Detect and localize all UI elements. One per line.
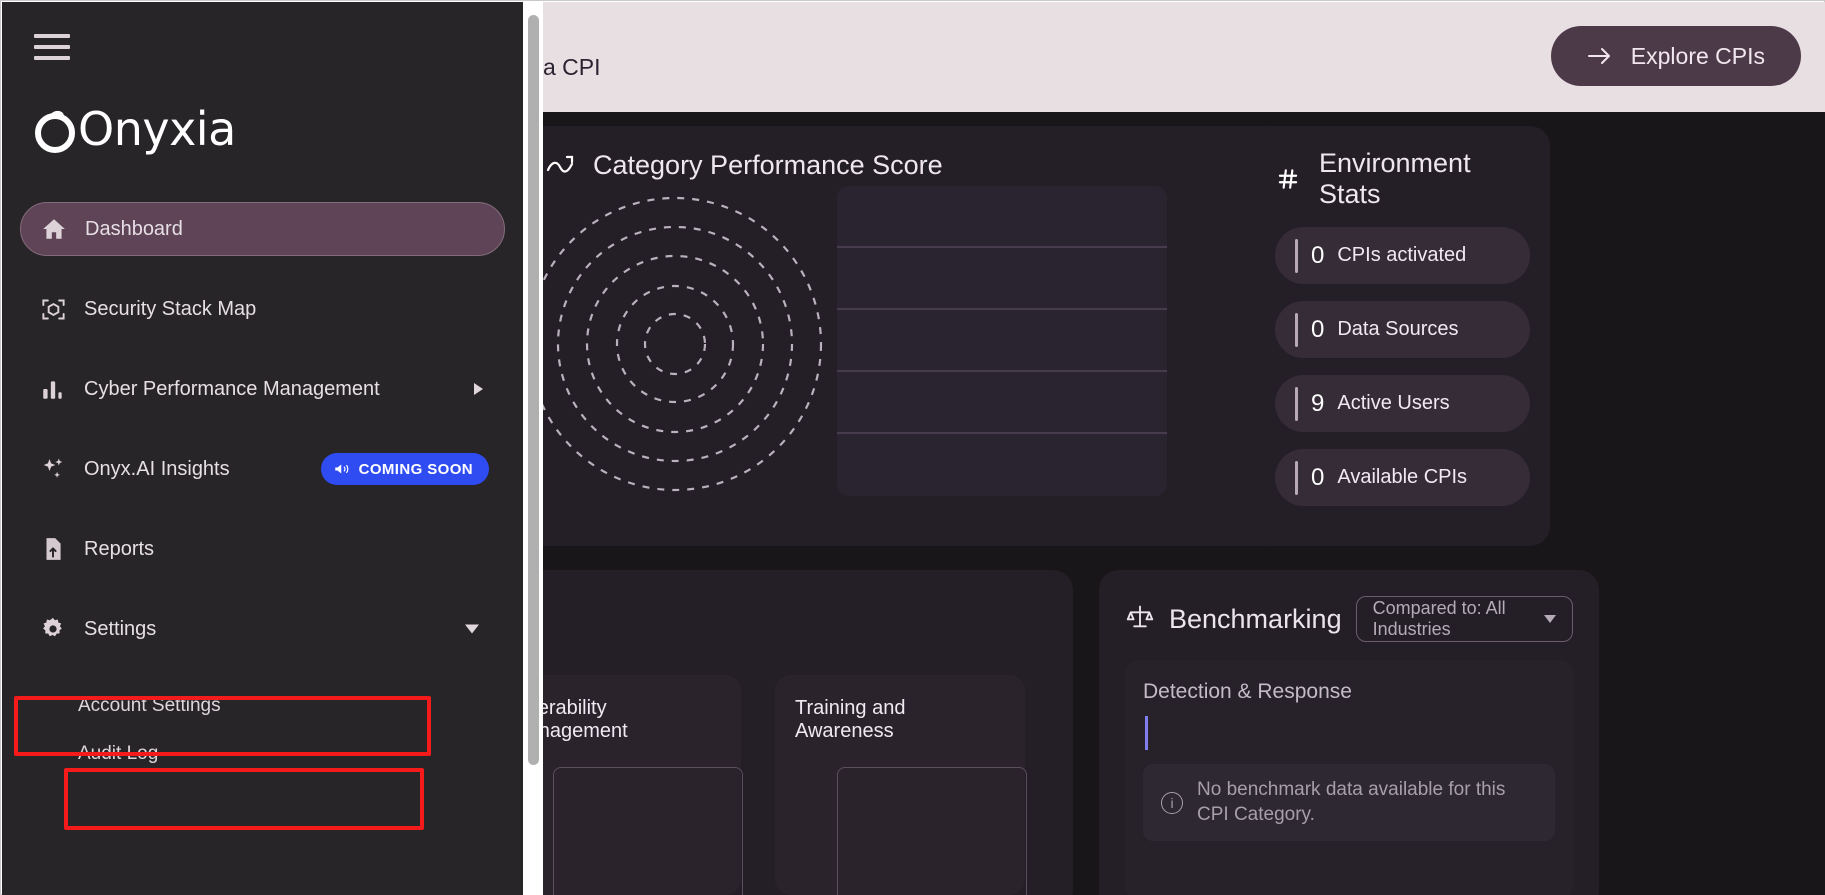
stat-label: Available CPIs bbox=[1337, 466, 1468, 488]
sidebar-item-dashboard[interactable]: Dashboard bbox=[20, 202, 505, 256]
hamburger-bar bbox=[34, 34, 70, 38]
onyxia-mark-icon bbox=[35, 110, 75, 153]
sidebar: Onyxia Dashboard Security Stack Map Cybe… bbox=[2, 2, 523, 895]
explore-cpis-label: Explore CPIs bbox=[1630, 42, 1765, 69]
skeleton-row bbox=[837, 310, 1167, 372]
stat-accent-bar bbox=[1295, 238, 1298, 273]
sidebar-item-label: Reports bbox=[84, 538, 155, 560]
benchmark-category-label: Detection & Response bbox=[1143, 680, 1352, 703]
vertical-scrollbar[interactable] bbox=[528, 15, 539, 765]
trend-card-title: ulnerability Management bbox=[543, 697, 628, 742]
skeleton-row bbox=[837, 372, 1167, 434]
sidebar-item-label: Settings bbox=[84, 618, 157, 640]
arrow-right-icon bbox=[1587, 48, 1610, 64]
trend-plot-area bbox=[553, 767, 743, 895]
home-icon bbox=[39, 214, 69, 244]
stat-value: 0 bbox=[1311, 315, 1325, 343]
sidebar-item-label: Onyx.AI Insights bbox=[84, 458, 230, 480]
scales-icon bbox=[1125, 603, 1155, 636]
stat-value: 0 bbox=[1311, 463, 1325, 491]
explore-cpis-button[interactable]: Explore CPIs bbox=[1550, 26, 1801, 86]
stat-value: 0 bbox=[1311, 241, 1325, 269]
trends-panel: nds ulnerability Management 0% Training … bbox=[543, 570, 1073, 895]
status-badge-coming-soon: COMING SOON bbox=[320, 453, 489, 485]
radar-rings bbox=[543, 196, 823, 492]
top-bar: a CPI Explore CPIs bbox=[543, 2, 1825, 112]
sidebar-item-onyx-ai-insights[interactable]: Onyx.AI Insights COMING SOON bbox=[20, 442, 505, 496]
trends-title: nds bbox=[543, 596, 1045, 627]
hamburger-menu-icon[interactable] bbox=[34, 34, 70, 60]
stat-accent-bar bbox=[1295, 460, 1298, 495]
category-performance-panel: Category Performance Score bbox=[543, 126, 1370, 546]
industry-compare-select[interactable]: Compared to: All Industries bbox=[1355, 596, 1573, 642]
industry-compare-value: Compared to: All Industries bbox=[1372, 598, 1506, 639]
stat-data-sources[interactable]: 0 Data Sources bbox=[1275, 301, 1530, 358]
benchmarking-body: Detection & Response i No benchmark data… bbox=[1125, 660, 1573, 895]
screen-root: Onyxia Dashboard Security Stack Map Cybe… bbox=[0, 0, 1825, 895]
main-app: a CPI Explore CPIs Category Performance … bbox=[543, 2, 1825, 895]
skeleton-table bbox=[837, 186, 1167, 496]
environment-stats-panel: Environment Stats 0 CPIs activated 0 Dat… bbox=[1255, 126, 1550, 546]
stat-available-cpis[interactable]: 0 Available CPIs bbox=[1275, 449, 1530, 506]
megaphone-icon bbox=[334, 464, 348, 474]
trend-plot-area bbox=[837, 767, 1027, 895]
trend-wave-icon bbox=[545, 155, 575, 177]
sidebar-subitem-audit-log[interactable]: Audit Log bbox=[64, 730, 523, 778]
badge-label: COMING SOON bbox=[358, 460, 473, 478]
chevron-down-icon[interactable] bbox=[465, 624, 479, 634]
dashboard-content: Category Performance Score Environment S… bbox=[543, 112, 1825, 895]
chevron-right-icon[interactable] bbox=[474, 383, 483, 395]
sidebar-subitem-label: Account Settings bbox=[78, 695, 221, 716]
skeleton-row bbox=[837, 434, 1167, 496]
gear-icon bbox=[38, 614, 68, 644]
chevron-down-icon bbox=[1544, 615, 1556, 623]
benchmark-accent-bar bbox=[1145, 716, 1148, 750]
benchmark-empty-note-text: No benchmark data available for this CPI… bbox=[1197, 779, 1506, 825]
category-performance-header: Category Performance Score bbox=[545, 150, 1340, 181]
sparkles-icon bbox=[38, 454, 68, 484]
environment-stats-header: Environment Stats bbox=[1275, 148, 1530, 210]
radar-chart bbox=[543, 184, 825, 499]
sidebar-item-cyber-performance-management[interactable]: Cyber Performance Management bbox=[20, 362, 505, 416]
trend-card-title: Training and Awareness bbox=[795, 697, 906, 742]
panel-title-text: Environment Stats bbox=[1319, 148, 1471, 209]
stat-value: 9 bbox=[1311, 389, 1325, 417]
info-icon: i bbox=[1161, 791, 1183, 814]
brand-logo[interactable]: Onyxia bbox=[28, 97, 236, 161]
sidebar-item-reports[interactable]: Reports bbox=[20, 522, 505, 576]
sidebar-item-label: Cyber Performance Management bbox=[84, 378, 380, 400]
skeleton-row bbox=[837, 248, 1167, 310]
hamburger-bar bbox=[34, 45, 70, 49]
skeleton-row bbox=[837, 186, 1167, 248]
cube-scan-icon bbox=[38, 294, 68, 324]
sidebar-nav: Dashboard Security Stack Map Cyber Perfo… bbox=[2, 202, 523, 778]
sidebar-subitem-label: Audit Log bbox=[78, 743, 159, 764]
bar-chart-icon bbox=[38, 374, 68, 404]
benchmarking-panel: Benchmarking Compared to: All Industries… bbox=[1099, 570, 1599, 895]
sidebar-item-settings[interactable]: Settings bbox=[20, 602, 505, 656]
sidebar-item-label: Security Stack Map bbox=[84, 298, 257, 320]
stat-label: CPIs activated bbox=[1337, 244, 1467, 266]
sidebar-item-label: Dashboard bbox=[85, 218, 183, 240]
benchmark-empty-note: i No benchmark data available for this C… bbox=[1143, 764, 1555, 842]
sidebar-subitem-account-settings[interactable]: Account Settings bbox=[64, 682, 523, 730]
panel-title-text: Benchmarking bbox=[1169, 603, 1342, 634]
report-file-icon bbox=[38, 534, 68, 564]
trend-card-training-and-awareness[interactable]: Training and Awareness 100% bbox=[775, 675, 1027, 895]
trends-card-list: ulnerability Management 0% Training and … bbox=[543, 675, 1045, 895]
benchmarking-header: Benchmarking Compared to: All Industries bbox=[1125, 596, 1573, 642]
page-title-partial: a CPI bbox=[543, 54, 601, 80]
brand-name: Onyxia bbox=[78, 102, 236, 156]
stat-cpis-activated[interactable]: 0 CPIs activated bbox=[1275, 227, 1530, 284]
stat-accent-bar bbox=[1295, 312, 1298, 347]
hash-icon bbox=[1275, 166, 1301, 192]
stat-label: Data Sources bbox=[1337, 318, 1459, 340]
hamburger-bar bbox=[34, 56, 70, 60]
stat-accent-bar bbox=[1295, 386, 1298, 421]
trend-card-vulnerability-management[interactable]: ulnerability Management 0% bbox=[543, 675, 743, 895]
panel-title-text: Category Performance Score bbox=[593, 150, 943, 180]
stat-label: Active Users bbox=[1337, 392, 1450, 414]
stat-active-users[interactable]: 9 Active Users bbox=[1275, 375, 1530, 432]
sidebar-item-security-stack-map[interactable]: Security Stack Map bbox=[20, 282, 505, 336]
